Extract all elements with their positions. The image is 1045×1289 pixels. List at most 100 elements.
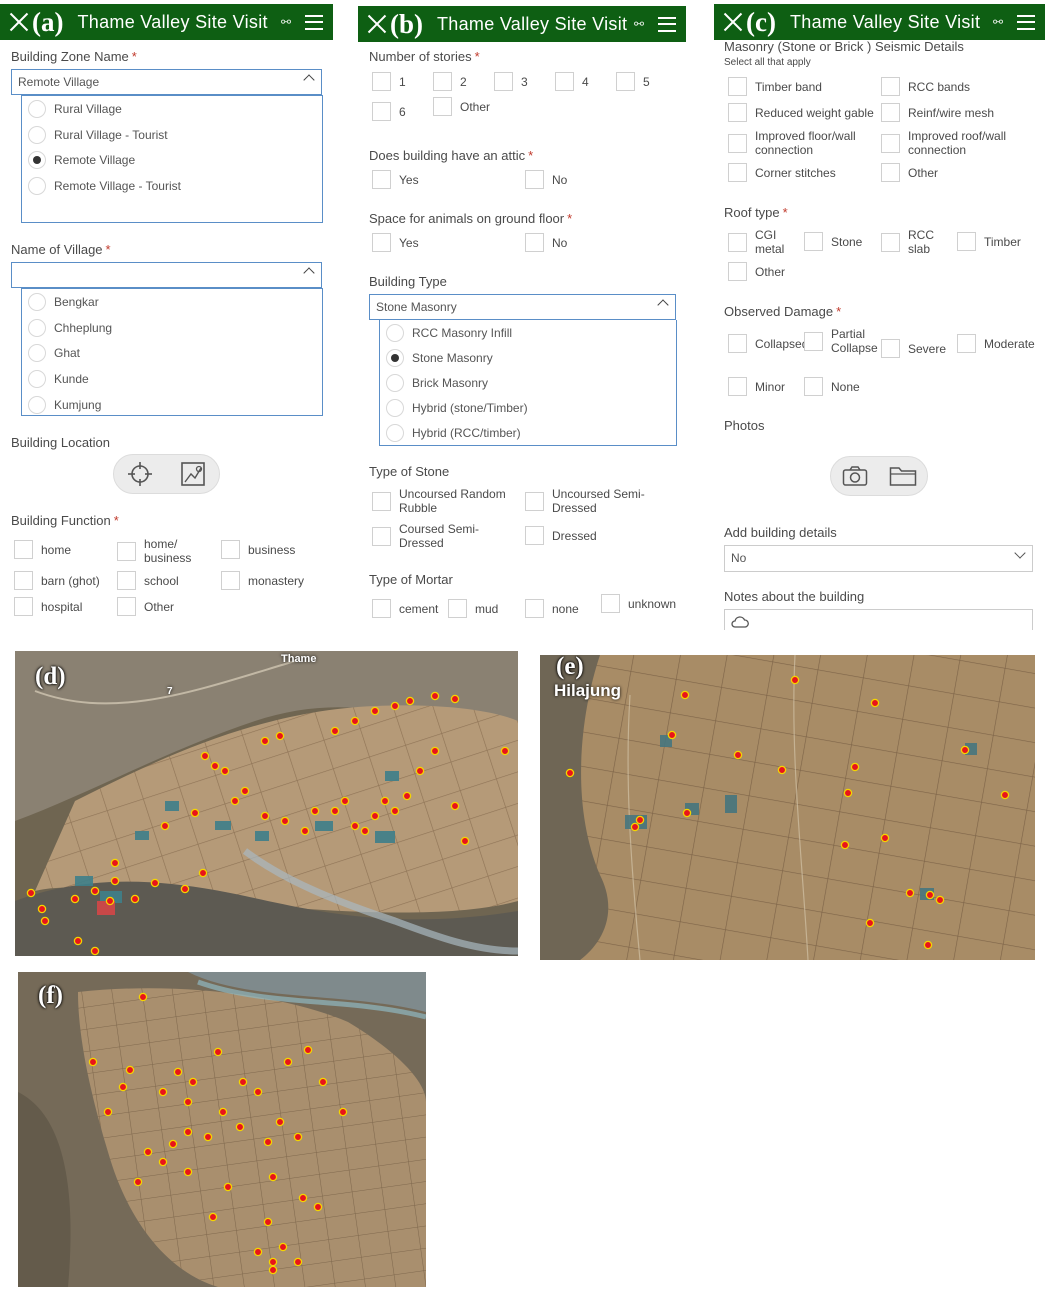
damage-option[interactable]: Moderate bbox=[957, 334, 1035, 353]
function-option[interactable]: hospital bbox=[14, 597, 82, 616]
seismic-option[interactable]: Other bbox=[881, 163, 938, 182]
mortar-option[interactable]: mud bbox=[448, 599, 498, 618]
survey-marker[interactable] bbox=[350, 716, 360, 726]
survey-marker[interactable] bbox=[90, 946, 100, 956]
stone-option[interactable]: Dressed bbox=[525, 526, 597, 545]
survey-marker[interactable] bbox=[160, 821, 170, 831]
function-option[interactable]: home/ business bbox=[117, 537, 205, 565]
survey-marker[interactable] bbox=[220, 766, 230, 776]
survey-marker[interactable] bbox=[923, 940, 933, 950]
crosshair-icon[interactable] bbox=[127, 461, 153, 487]
zone-option[interactable]: Rural Village - Tourist bbox=[22, 122, 322, 148]
survey-marker[interactable] bbox=[330, 806, 340, 816]
stories-option[interactable]: 2 bbox=[433, 72, 467, 91]
function-option[interactable]: school bbox=[117, 571, 179, 590]
seismic-option[interactable]: Reinf/wire mesh bbox=[881, 103, 994, 122]
survey-marker[interactable] bbox=[260, 736, 270, 746]
survey-marker[interactable] bbox=[130, 894, 140, 904]
survey-marker[interactable] bbox=[935, 895, 945, 905]
type-option[interactable]: Stone Masonry bbox=[380, 345, 676, 370]
seismic-option[interactable]: Corner stitches bbox=[728, 163, 836, 182]
animals-option[interactable]: No bbox=[525, 233, 567, 252]
survey-marker[interactable] bbox=[110, 858, 120, 868]
survey-marker[interactable] bbox=[430, 691, 440, 701]
close-icon[interactable] bbox=[722, 11, 744, 33]
survey-marker[interactable] bbox=[203, 1132, 213, 1142]
survey-marker[interactable] bbox=[790, 675, 800, 685]
survey-marker[interactable] bbox=[88, 1057, 98, 1067]
seismic-option[interactable]: Improved roof/wall connection bbox=[881, 129, 1031, 157]
survey-marker[interactable] bbox=[733, 750, 743, 760]
damage-option[interactable]: Minor bbox=[728, 377, 785, 396]
village-option[interactable]: Bengkar bbox=[22, 289, 322, 315]
zone-option[interactable]: Rural Village bbox=[22, 96, 322, 122]
survey-marker[interactable] bbox=[460, 836, 470, 846]
mortar-option[interactable]: cement bbox=[372, 599, 438, 618]
survey-marker[interactable] bbox=[405, 696, 415, 706]
type-select[interactable]: Stone Masonry bbox=[369, 294, 676, 320]
damage-option[interactable]: Partial Collapse bbox=[804, 327, 878, 355]
survey-marker[interactable] bbox=[133, 1177, 143, 1187]
seismic-option[interactable]: Timber band bbox=[728, 77, 822, 96]
survey-marker[interactable] bbox=[450, 801, 460, 811]
survey-marker[interactable] bbox=[278, 1242, 288, 1252]
roof-option[interactable]: Timber bbox=[957, 232, 1021, 251]
roof-option[interactable]: Stone bbox=[804, 232, 862, 251]
survey-marker[interactable] bbox=[667, 730, 677, 740]
mortar-option[interactable]: unknown bbox=[601, 594, 676, 613]
survey-marker[interactable] bbox=[635, 815, 645, 825]
survey-marker[interactable] bbox=[268, 1172, 278, 1182]
survey-marker[interactable] bbox=[260, 811, 270, 821]
survey-marker[interactable] bbox=[960, 745, 970, 755]
menu-icon[interactable] bbox=[658, 16, 676, 32]
survey-marker[interactable] bbox=[138, 992, 148, 1002]
damage-option[interactable]: None bbox=[804, 377, 860, 396]
survey-marker[interactable] bbox=[843, 788, 853, 798]
survey-marker[interactable] bbox=[880, 833, 890, 843]
survey-marker[interactable] bbox=[630, 822, 640, 832]
survey-marker[interactable] bbox=[1000, 790, 1010, 800]
stories-option[interactable]: 5 bbox=[616, 72, 650, 91]
survey-marker[interactable] bbox=[370, 811, 380, 821]
survey-marker[interactable] bbox=[275, 1117, 285, 1127]
survey-marker[interactable] bbox=[330, 726, 340, 736]
survey-marker[interactable] bbox=[198, 868, 208, 878]
attic-option[interactable]: No bbox=[525, 170, 567, 189]
mortar-option[interactable]: none bbox=[525, 599, 579, 618]
seismic-option[interactable]: RCC bands bbox=[881, 77, 970, 96]
satellite-map-d[interactable]: (d) Thame 7 bbox=[15, 651, 518, 956]
satellite-map-f[interactable]: (f) bbox=[18, 972, 426, 1287]
function-option[interactable]: monastery bbox=[221, 571, 304, 590]
survey-marker[interactable] bbox=[925, 890, 935, 900]
survey-marker[interactable] bbox=[173, 1067, 183, 1077]
survey-marker[interactable] bbox=[293, 1132, 303, 1142]
survey-marker[interactable] bbox=[380, 796, 390, 806]
survey-marker[interactable] bbox=[865, 918, 875, 928]
survey-marker[interactable] bbox=[223, 1182, 233, 1192]
survey-marker[interactable] bbox=[110, 876, 120, 886]
survey-marker[interactable] bbox=[125, 1065, 135, 1075]
stories-option[interactable]: 4 bbox=[555, 72, 589, 91]
survey-marker[interactable] bbox=[360, 826, 370, 836]
survey-marker[interactable] bbox=[300, 826, 310, 836]
stone-option[interactable]: Uncoursed Random Rubble bbox=[372, 487, 520, 515]
zone-option[interactable]: Remote Village - Tourist bbox=[22, 173, 322, 199]
stone-option[interactable]: Coursed Semi-Dressed bbox=[372, 522, 492, 550]
folder-icon[interactable] bbox=[889, 465, 917, 487]
survey-marker[interactable] bbox=[26, 888, 36, 898]
survey-marker[interactable] bbox=[370, 706, 380, 716]
camera-icon[interactable] bbox=[842, 465, 868, 487]
type-option[interactable]: RCC Masonry Infill bbox=[380, 320, 676, 345]
function-option[interactable]: business bbox=[221, 540, 295, 559]
seismic-option[interactable]: Improved floor/wall connection bbox=[728, 129, 878, 157]
village-option[interactable]: Chheplung bbox=[22, 315, 322, 341]
survey-marker[interactable] bbox=[158, 1157, 168, 1167]
stone-option[interactable]: Uncoursed Semi-Dressed bbox=[525, 487, 655, 515]
survey-marker[interactable] bbox=[303, 1045, 313, 1055]
survey-marker[interactable] bbox=[150, 878, 160, 888]
link-icon[interactable]: ⚯ bbox=[993, 15, 1003, 29]
attic-option[interactable]: Yes bbox=[372, 170, 419, 189]
survey-marker[interactable] bbox=[70, 894, 80, 904]
roof-option[interactable]: CGI metal bbox=[728, 228, 800, 256]
survey-marker[interactable] bbox=[850, 762, 860, 772]
